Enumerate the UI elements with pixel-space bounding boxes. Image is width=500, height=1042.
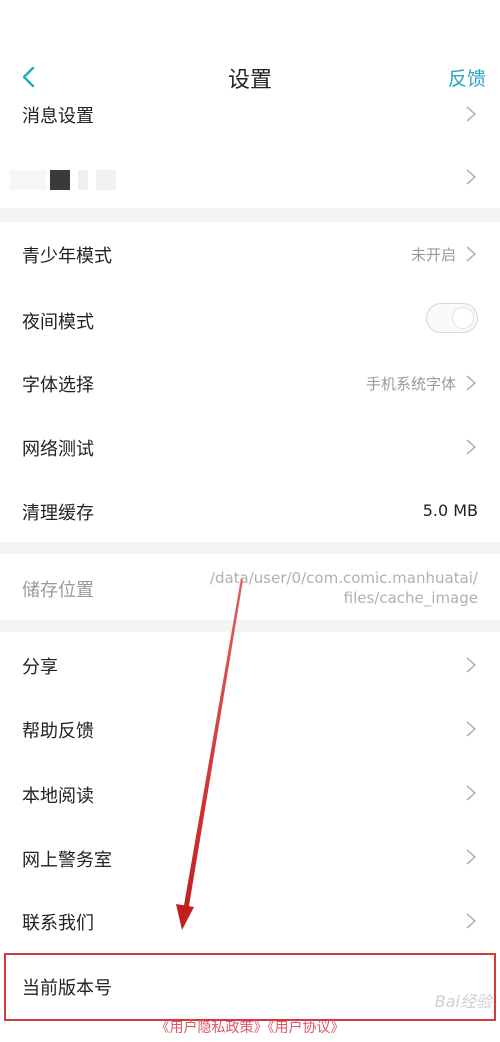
storage-path-line1: /data/user/0/com.comic.manhuatai/: [209, 569, 478, 587]
section-divider: [0, 542, 500, 554]
chevron-right-icon: [464, 105, 478, 123]
row-online-police[interactable]: 网上警务室: [0, 824, 500, 888]
row-account-masked[interactable]: [0, 146, 500, 208]
row-label: 夜间模式: [22, 312, 94, 333]
section-divider: [0, 620, 500, 632]
chevron-right-icon: [464, 374, 478, 392]
row-label: 网络测试: [22, 439, 94, 460]
chevron-right-icon: [464, 245, 478, 263]
footer-policy-links[interactable]: 《用户隐私政策》《用户协议》: [0, 1017, 500, 1037]
row-label: 网上警务室: [22, 850, 112, 871]
toggle-knob: [452, 307, 474, 329]
row-label: 储存位置: [22, 580, 94, 601]
storage-path-line2: files/cache_image: [343, 589, 478, 607]
row-label: 字体选择: [22, 375, 94, 396]
section-divider: [0, 208, 500, 222]
row-youth-mode[interactable]: 青少年模式 未开启: [0, 222, 500, 286]
row-message-settings[interactable]: 消息设置: [0, 96, 500, 132]
chevron-right-icon: [464, 438, 478, 456]
page-title: 设置: [227, 68, 272, 93]
row-label: 联系我们: [22, 913, 94, 934]
storage-path: /data/user/0/com.comic.manhuatai/ files/…: [210, 568, 478, 608]
row-local-read[interactable]: 本地阅读: [0, 760, 500, 824]
header-bar: 设置 反馈: [0, 0, 500, 100]
font-select-value: 手机系统字体: [365, 375, 456, 393]
row-clear-cache[interactable]: 清理缓存 5.0 MB: [0, 478, 500, 542]
settings-page: 设置 反馈 消息设置 青少年模式 未开启 夜间模式 字体选择 手机系统字体 网络…: [0, 0, 500, 1042]
chevron-right-icon: [464, 784, 478, 802]
cache-size: 5.0 MB: [422, 501, 478, 520]
chevron-right-icon: [464, 912, 478, 930]
chevron-right-icon: [464, 848, 478, 866]
row-label: 青少年模式: [22, 246, 112, 267]
row-network-test[interactable]: 网络测试: [0, 414, 500, 478]
youth-mode-status: 未开启: [410, 246, 456, 264]
row-label: 清理缓存: [22, 503, 94, 524]
highlight-box: [4, 953, 496, 1021]
row-share[interactable]: 分享: [0, 632, 500, 696]
row-font-select[interactable]: 字体选择 手机系统字体: [0, 350, 500, 414]
row-help-feedback[interactable]: 帮助反馈: [0, 696, 500, 760]
chevron-right-icon: [464, 656, 478, 674]
row-night-mode: 夜间模式: [0, 286, 500, 350]
row-label: 分享: [22, 657, 58, 678]
feedback-button[interactable]: 反馈: [448, 64, 486, 91]
chevron-right-icon: [464, 168, 478, 186]
night-mode-toggle[interactable]: [426, 303, 478, 333]
row-label: 消息设置: [22, 106, 94, 127]
chevron-right-icon: [464, 720, 478, 738]
row-label: 帮助反馈: [22, 721, 94, 742]
row-contact-us[interactable]: 联系我们: [0, 888, 500, 952]
baidu-watermark: Bai经验: [434, 992, 492, 1011]
row-storage-location: 储存位置 /data/user/0/com.comic.manhuatai/ f…: [0, 554, 500, 620]
masked-content: [10, 170, 116, 190]
row-label: 本地阅读: [22, 786, 94, 807]
